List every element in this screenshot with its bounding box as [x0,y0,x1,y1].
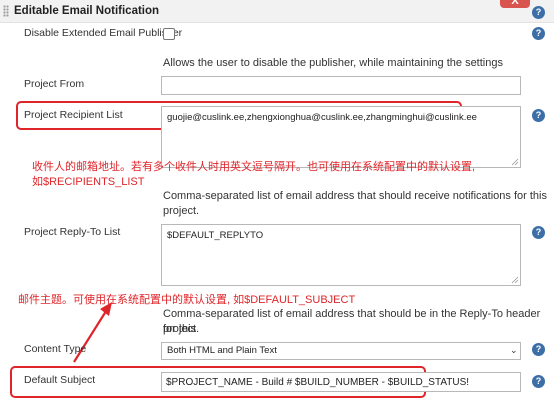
default-subject-label: Default Subject [24,374,96,386]
drag-handle-icon[interactable] [3,5,9,17]
content-type-label: Content Type [24,343,87,355]
recipient-description-line1: Comma-separated list of email address th… [163,190,547,202]
subject-annotation: 邮件主题。可使用在系统配置中的默认设置, 如$DEFAULT_SUBJECT [18,294,356,306]
reply-to-help-icon[interactable]: ? [532,226,545,239]
recipient-list-textarea[interactable]: guojie@cuslink.ee,zhengxionghua@cuslink.… [161,106,521,168]
disable-publisher-help-icon[interactable]: ? [532,27,545,40]
reply-to-textarea[interactable]: $DEFAULT_REPLYTO [161,224,521,286]
recipient-annotation-line2: 如$RECIPIENTS_LIST [32,176,145,188]
default-subject-help-icon[interactable]: ? [532,375,545,388]
section-title: Editable Email Notification [14,5,160,17]
reply-to-description-line1: Comma-separated list of email address th… [163,308,541,335]
resize-grip-icon[interactable] [511,158,519,166]
recipient-list-label: Project Recipient List [24,109,123,121]
resize-grip-icon[interactable] [511,276,519,284]
disable-publisher-description: Allows the user to disable the publisher… [163,57,503,69]
project-from-label: Project From [24,78,85,90]
close-button[interactable]: X [500,0,530,8]
project-from-input[interactable] [161,76,521,95]
disable-publisher-checkbox[interactable] [163,28,175,40]
content-type-select[interactable]: Both HTML and Plain Text [161,342,521,360]
default-subject-input[interactable] [161,372,521,392]
recipient-description-line2: project. [163,205,200,217]
disable-publisher-label: Disable Extended Email Publisher [24,27,183,39]
content-type-help-icon[interactable]: ? [532,343,545,356]
help-icon[interactable]: ? [532,6,545,19]
chevron-down-icon: ⌄ [510,345,518,355]
reply-to-label: Project Reply-To List [24,226,121,238]
content-type-selected-value: Both HTML and Plain Text [167,345,277,356]
recipient-list-help-icon[interactable]: ? [532,109,545,122]
recipient-annotation-line1: 收件人的邮箱地址。若有多个收件人时用英文逗号隔开。也可使用在系统配置中的默认设置… [32,161,476,173]
reply-to-description-line2: project. [163,323,200,335]
